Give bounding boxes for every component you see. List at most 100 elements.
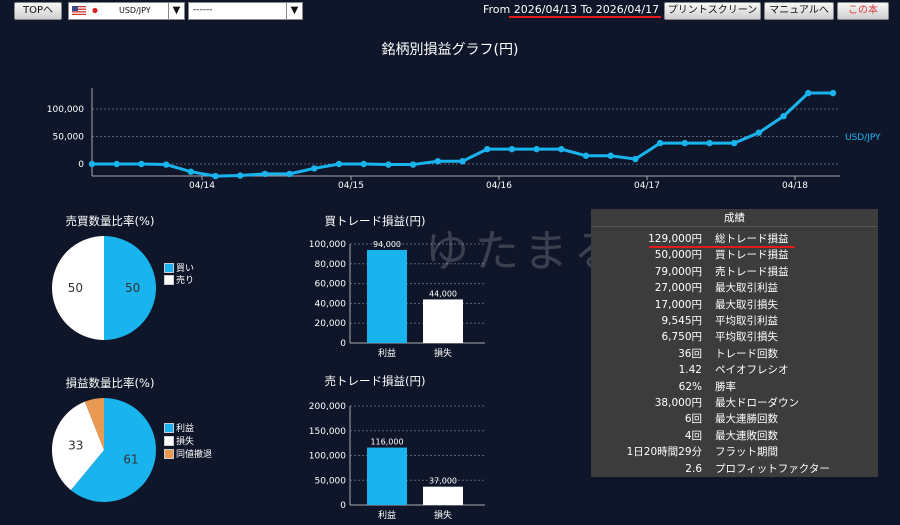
data-point bbox=[311, 165, 318, 172]
legend-profit: 利益 bbox=[164, 421, 194, 434]
stat-value: 6,750円 bbox=[661, 331, 702, 344]
underline-annotation bbox=[509, 16, 661, 18]
symbol-select-value: USD/JPY bbox=[119, 6, 151, 15]
chevron-down-icon[interactable]: ▼ bbox=[168, 3, 184, 19]
bar-buy-title: 買トレード損益(円) bbox=[324, 214, 426, 228]
date-range: From 2026/04/13 To 2026/04/17 bbox=[483, 3, 660, 16]
legend-sell: 売り bbox=[164, 273, 194, 286]
data-point bbox=[88, 160, 96, 168]
x-tick-label: 損失 bbox=[434, 509, 452, 521]
bar-value-label: 94,000 bbox=[373, 240, 401, 249]
stat-value: 2.6 bbox=[685, 462, 702, 475]
pie-profit-loss-title: 損益数量比率(%) bbox=[65, 376, 155, 390]
stat-row: 6回 最大連勝回数 bbox=[591, 411, 878, 427]
stat-row: 129,000円 総トレード損益 bbox=[591, 231, 878, 247]
y-tick-label: 60,000 bbox=[315, 280, 347, 290]
y-tick-label: 0 bbox=[340, 339, 346, 349]
bar-value-label: 116,000 bbox=[370, 438, 403, 447]
stat-value: 50,000円 bbox=[654, 249, 702, 262]
data-point bbox=[706, 139, 713, 147]
close-button[interactable]: この本 bbox=[837, 2, 889, 20]
y-tick-label: 100,000 bbox=[309, 240, 346, 250]
bar-value-label: 37,000 bbox=[429, 477, 457, 486]
x-tick-label: 04/18 bbox=[782, 181, 808, 191]
us-flag-icon bbox=[72, 6, 86, 15]
chevron-down-icon[interactable]: ▼ bbox=[286, 3, 302, 19]
bar bbox=[423, 299, 463, 343]
stat-row: 62% 勝率 bbox=[591, 379, 878, 395]
stat-row: 79,000円 売トレード損益 bbox=[591, 264, 878, 280]
filter-select[interactable]: ------ ▼ bbox=[188, 2, 303, 20]
data-point bbox=[335, 160, 343, 168]
pie-slice-label: 50 bbox=[68, 281, 83, 295]
stat-row: 4回 最大連敗回数 bbox=[591, 428, 878, 444]
stat-value: 36回 bbox=[678, 347, 702, 360]
stat-label: 売トレード損益 bbox=[715, 265, 789, 278]
y-tick-label: 0 bbox=[78, 160, 84, 170]
data-point bbox=[286, 170, 293, 178]
stat-row: 17,000円 最大取引損失 bbox=[591, 297, 878, 313]
data-point bbox=[459, 158, 466, 165]
x-tick-label: 04/14 bbox=[189, 181, 215, 191]
y-tick-label: 200,000 bbox=[309, 402, 346, 412]
stat-row: 9,545円 平均取引利益 bbox=[591, 313, 878, 329]
y-tick-label: 40,000 bbox=[315, 299, 347, 309]
bar bbox=[423, 486, 463, 505]
x-tick-label: 利益 bbox=[378, 509, 396, 521]
series-label: USD/JPY bbox=[845, 133, 881, 143]
stat-row: 50,000円 買トレード損益 bbox=[591, 247, 878, 263]
print-screen-button[interactable]: プリントスクリーン bbox=[664, 2, 761, 20]
data-point bbox=[805, 89, 812, 97]
stat-value: 17,000円 bbox=[654, 298, 702, 311]
y-tick-label: 150,000 bbox=[309, 427, 346, 437]
pie-profit-loss: 61 33 bbox=[51, 398, 156, 502]
stat-label: トレード回数 bbox=[715, 347, 778, 360]
stat-label: 総トレード損益 bbox=[715, 233, 789, 245]
stat-row: 1.42 ペイオフレシオ bbox=[591, 362, 878, 378]
data-point bbox=[360, 160, 367, 168]
stat-row: 6,750円 平均取引損失 bbox=[591, 329, 878, 345]
legend-breakeven: 同値撤退 bbox=[164, 447, 212, 460]
bar bbox=[367, 249, 407, 343]
stat-row: 27,000円 最大取引利益 bbox=[591, 280, 878, 296]
stat-label: フラット期間 bbox=[715, 446, 778, 459]
data-point bbox=[632, 155, 639, 163]
symbol-select[interactable]: USD/JPY ▼ bbox=[68, 2, 185, 20]
stat-label: 最大取引損失 bbox=[715, 298, 778, 311]
stat-label: 最大連勝回数 bbox=[715, 413, 778, 426]
y-tick-label: 50,000 bbox=[53, 133, 85, 143]
bar-chart-sell: 200,000 150,000 100,000 50,000 0 116,000 利益 37,… bbox=[309, 402, 485, 521]
top-button[interactable]: TOPへ bbox=[14, 2, 62, 20]
stat-value: 129,000円 bbox=[648, 233, 702, 245]
bar-sell-title: 売トレード損益(円) bbox=[324, 374, 426, 388]
y-tick-label: 100,000 bbox=[47, 105, 84, 115]
pie-buy-sell-title: 売買数量比率(%) bbox=[65, 214, 155, 228]
legend-loss: 損失 bbox=[164, 434, 194, 447]
pie-slice-label: 50 bbox=[125, 281, 140, 295]
stat-label: ペイオフレシオ bbox=[715, 364, 789, 377]
data-point bbox=[237, 172, 244, 179]
stat-label: 買トレード損益 bbox=[715, 249, 789, 262]
filter-select-value: ------ bbox=[193, 5, 213, 15]
stat-label: 最大ドローダウン bbox=[715, 397, 799, 409]
stat-row: 2.6 プロフィットファクター bbox=[591, 461, 878, 477]
stat-row: 38,000円 最大ドローダウン bbox=[591, 395, 878, 411]
data-point bbox=[138, 160, 145, 168]
stat-value: 38,000円 bbox=[654, 397, 702, 409]
data-point bbox=[755, 129, 763, 136]
data-point bbox=[434, 158, 441, 165]
stat-value: 79,000円 bbox=[654, 265, 702, 278]
stat-row: 1日20時間29分 フラット期間 bbox=[591, 444, 878, 460]
bar-value-label: 44,000 bbox=[429, 289, 457, 298]
data-point bbox=[681, 139, 688, 147]
stat-value: 1.42 bbox=[678, 364, 702, 377]
data-point bbox=[558, 145, 565, 153]
data-point bbox=[656, 139, 664, 147]
manual-button[interactable]: マニュアルへ bbox=[764, 2, 834, 20]
data-point bbox=[385, 161, 392, 168]
stat-label: 最大連敗回数 bbox=[715, 429, 778, 442]
pie-slice-label: 61 bbox=[123, 453, 138, 467]
stat-label: 平均取引損失 bbox=[715, 331, 778, 344]
main-line-chart: 100,00050,000004/14 04/15 04/16 04/17 04/18 … bbox=[47, 88, 881, 191]
stat-label: プロフィットファクター bbox=[715, 462, 830, 475]
